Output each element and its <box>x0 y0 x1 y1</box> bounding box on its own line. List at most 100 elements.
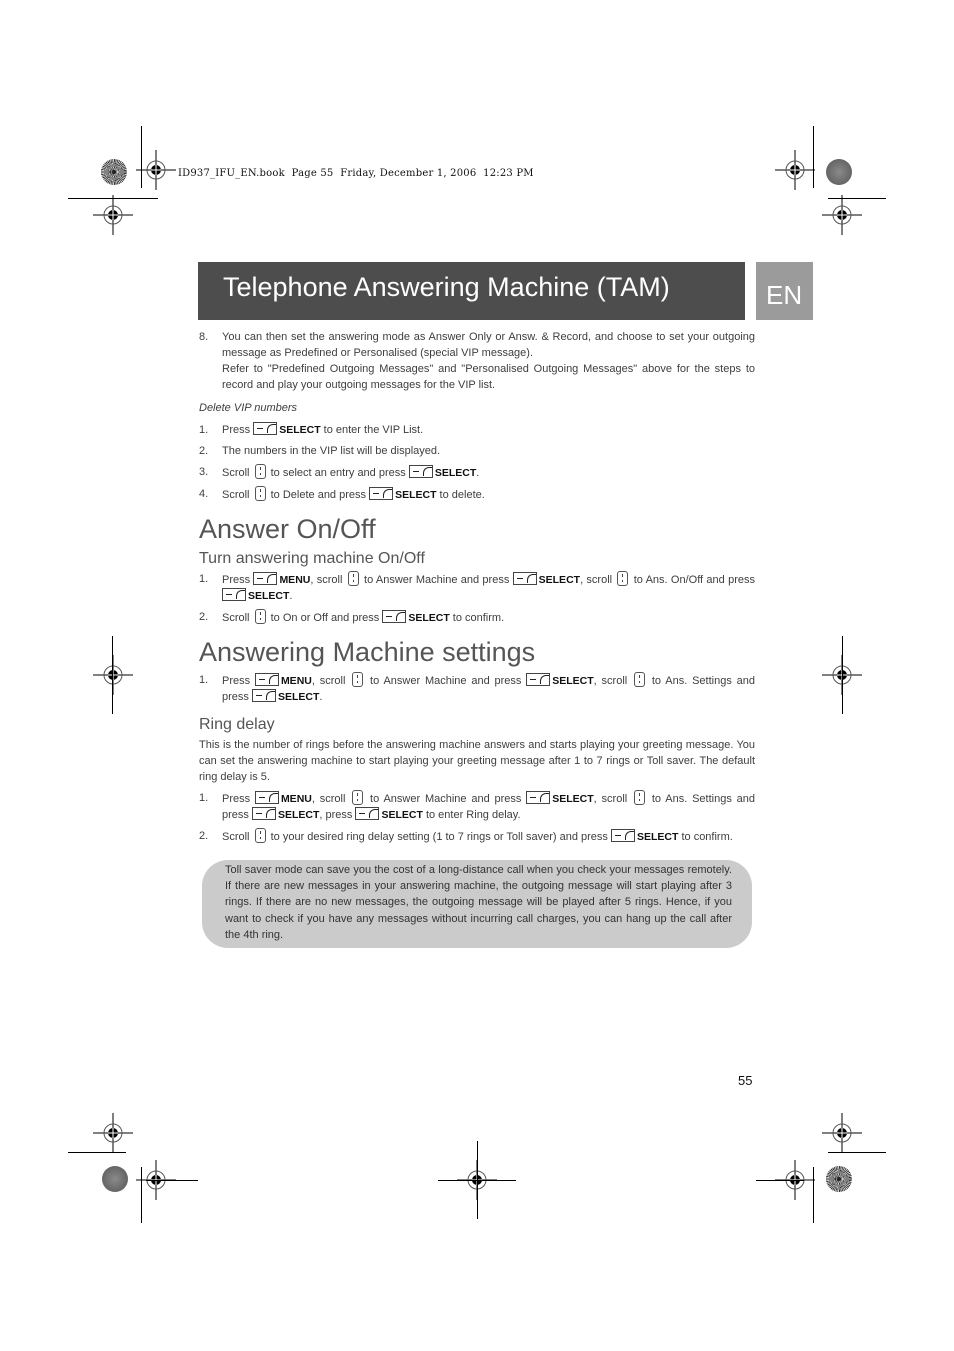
page-number: 55 <box>738 1073 753 1088</box>
tip-note-box: Toll saver mode can save you the cost of… <box>202 860 752 948</box>
key-label: SELECT <box>248 590 290 602</box>
softkey-icon <box>382 610 407 623</box>
registration-mark-icon <box>93 1113 133 1153</box>
step-text: to Delete and press <box>267 489 370 501</box>
step-text: to Ans. On/Off and press <box>630 574 755 586</box>
step-text: Scroll <box>222 489 253 501</box>
step-text: Press <box>222 793 255 805</box>
color-target-icon <box>101 159 127 185</box>
step-text: , scroll <box>580 574 616 586</box>
step-text: , scroll <box>311 675 351 687</box>
list-item: 2. The numbers in the VIP list will be d… <box>199 443 755 459</box>
registration-mark-icon <box>822 195 862 235</box>
step-text: to enter Ring delay. <box>422 809 521 821</box>
softkey-icon <box>251 689 276 702</box>
step-text: , scroll <box>311 793 351 805</box>
list-item: 1. Press SELECT to enter the VIP List. <box>199 422 755 438</box>
key-label: MENU <box>280 793 312 805</box>
step-number: 3. <box>199 466 209 478</box>
step-text: . <box>319 691 323 703</box>
list-item: 1. Press MENU, scroll to Answer Machine … <box>199 790 755 823</box>
step-text: , scroll <box>310 574 346 586</box>
softkey-icon <box>251 807 276 820</box>
step-number: 1. <box>199 573 209 585</box>
color-target-icon <box>102 1166 128 1192</box>
step-text: . <box>289 590 293 602</box>
scroll-key-icon <box>347 571 359 586</box>
softkey-icon <box>526 673 551 686</box>
section-heading: Answer On/Off <box>199 514 376 544</box>
list-item: 3. Scroll to select an entry and press S… <box>199 464 755 481</box>
key-label: SELECT <box>277 691 320 703</box>
chapter-title: Telephone Answering Machine (TAM) <box>223 272 670 302</box>
softkey-icon <box>512 572 537 585</box>
key-label: SELECT <box>434 467 477 479</box>
step-number: 4. <box>199 488 209 500</box>
subsection-heading: Ring delay <box>199 716 275 733</box>
scroll-key-icon <box>352 790 364 805</box>
scroll-key-icon <box>254 464 266 479</box>
registration-mark-icon <box>136 150 176 190</box>
step-number: 8. <box>199 331 209 343</box>
step-text: Press <box>222 574 254 586</box>
step-text: . <box>476 467 480 479</box>
registration-mark-icon <box>822 1113 862 1153</box>
key-label: SELECT <box>552 675 594 687</box>
scroll-key-icon <box>254 609 266 624</box>
step-text: , press <box>319 809 356 821</box>
step-text: to delete. <box>436 489 485 501</box>
color-target-icon <box>826 1166 852 1192</box>
step-text: You can then set the answering mode as A… <box>222 331 755 359</box>
softkey-icon <box>408 465 433 478</box>
softkey-icon <box>253 422 278 435</box>
language-code: EN <box>766 280 803 310</box>
softkey-icon <box>369 487 394 500</box>
key-label: SELECT <box>636 831 679 843</box>
step-text: Press <box>222 424 254 436</box>
step-text: Refer to "Predefined Outgoing Messages" … <box>222 363 755 391</box>
key-label: SELECT <box>408 612 450 624</box>
step-number: 1. <box>199 674 209 686</box>
step-text: to Answer Machine and press <box>365 793 527 805</box>
tip-note-text: Toll saver mode can save you the cost of… <box>225 864 732 941</box>
step-text: Press <box>222 675 255 687</box>
softkey-icon <box>253 572 278 585</box>
chapter-title-banner: Telephone Answering Machine (TAM) <box>198 262 745 320</box>
list-item: 2. Scroll to On or Off and press SELECT … <box>199 609 755 626</box>
softkey-icon <box>222 588 246 601</box>
step-text: to On or Off and press <box>267 612 383 624</box>
step-number: 2. <box>199 611 209 623</box>
step-text: Scroll <box>222 467 253 479</box>
key-label: SELECT <box>552 793 594 805</box>
scroll-key-icon <box>254 828 266 843</box>
softkey-icon <box>254 791 279 804</box>
key-label: SELECT <box>381 809 423 821</box>
list-item: 2. Scroll to your desired ring delay set… <box>199 828 755 845</box>
crop-line <box>756 1180 804 1181</box>
scroll-key-icon <box>634 672 646 687</box>
list-item: 8. You can then set the answering mode a… <box>199 329 755 393</box>
step-number: 2. <box>199 830 209 842</box>
key-label: MENU <box>280 675 312 687</box>
scroll-key-icon <box>352 672 364 687</box>
language-tab: EN <box>756 262 813 320</box>
print-header: ID937_IFU_EN.book Page 55 Friday, Decemb… <box>178 168 534 179</box>
crop-line <box>842 636 843 714</box>
step-text: Scroll <box>222 612 253 624</box>
step-text: to confirm. <box>678 831 733 843</box>
list-item: 1. Press MENU, scroll to Answer Machine … <box>199 571 755 604</box>
registration-mark-icon <box>93 195 133 235</box>
page-content: 8. You can then set the answering mode a… <box>199 329 755 845</box>
scroll-key-icon <box>617 571 629 586</box>
step-text: to your desired ring delay setting (1 to… <box>267 831 611 843</box>
description-paragraph: This is the number of rings before the a… <box>199 739 755 783</box>
step-text: to Answer Machine and press <box>360 574 513 586</box>
key-label: SELECT <box>538 574 581 586</box>
key-label: MENU <box>279 574 311 586</box>
step-text: to enter the VIP List. <box>320 424 424 436</box>
key-label: SELECT <box>279 424 321 436</box>
step-text: to select an entry and press <box>267 467 409 479</box>
color-target-icon <box>826 159 852 185</box>
key-label: SELECT <box>395 489 437 501</box>
crop-line <box>477 1141 478 1219</box>
